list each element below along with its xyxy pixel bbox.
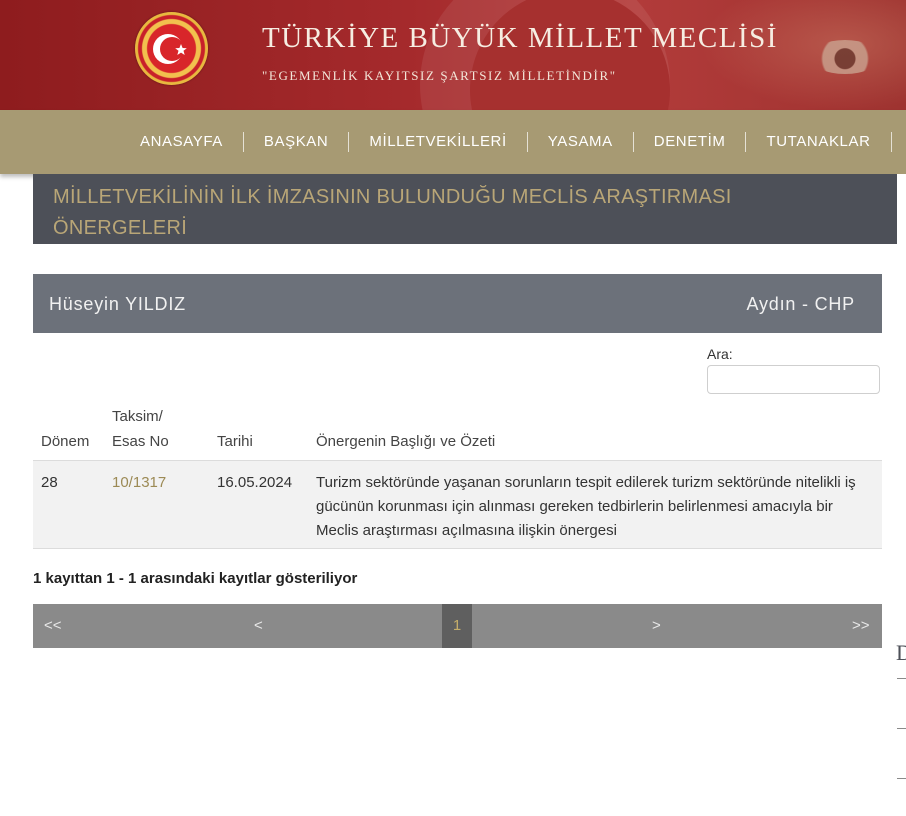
column-header-taksim-line1[interactable]: Taksim/ <box>112 404 163 429</box>
pagination-page-1-button[interactable]: 1 <box>442 604 472 648</box>
side-widget-divider <box>897 778 906 779</box>
search-label: Ara: <box>707 346 733 362</box>
search-input[interactable] <box>707 365 880 394</box>
pagination-prev-button[interactable]: < <box>254 604 263 648</box>
site-title[interactable]: TÜRKİYE BÜYÜK MİLLET MECLİSİ <box>262 22 778 55</box>
pagination-bar: << < 1 > >> <box>33 604 882 648</box>
pagination-first-button[interactable]: << <box>44 604 62 648</box>
nav-item-denetim[interactable]: DENETİM <box>634 132 747 152</box>
nav-item-tutanaklar[interactable]: TUTANAKLAR <box>746 132 892 152</box>
side-widget-heading-fragment: D <box>896 640 906 665</box>
side-widget-divider <box>897 678 906 679</box>
cell-tarih: 16.05.2024 <box>217 474 293 491</box>
tbmm-emblem-logo[interactable] <box>135 12 208 85</box>
crescent-star-icon <box>153 34 187 64</box>
table-row: 28 10/1317 16.05.2024 Turizm sektöründe … <box>33 460 882 549</box>
table-info-text: 1 kayıttan 1 - 1 arasındaki kayıtlar gös… <box>33 570 358 587</box>
side-widget-divider <box>897 728 906 729</box>
column-header-baslik[interactable]: Önergenin Başlığı ve Özeti <box>316 429 495 454</box>
pagination-next-button[interactable]: > <box>652 604 661 648</box>
nav-item-baskan[interactable]: BAŞKAN <box>244 132 350 152</box>
page-title: MİLLETVEKİLİNİN İLK İMZASININ BULUNDUĞU … <box>53 186 732 239</box>
nav-item-yasama[interactable]: YASAMA <box>528 132 634 152</box>
column-header-tarih[interactable]: Tarihi <box>217 429 253 454</box>
pagination-last-button[interactable]: >> <box>852 604 870 648</box>
column-header-donem[interactable]: Dönem <box>41 429 89 454</box>
cell-ozet: Turizm sektöründe yaşanan sorunların tes… <box>316 474 856 539</box>
main-navigation-bar: ANASAYFA BAŞKAN MİLLETVEKİLLERİ YASAMA D… <box>0 110 906 174</box>
site-header: TÜRKİYE BÜYÜK MİLLET MECLİSİ "EGEMENLİK … <box>0 0 906 110</box>
cell-esas-no-link[interactable]: 10/1317 <box>112 471 166 495</box>
deputy-name: Hüseyin YILDIZ <box>49 294 186 314</box>
deputy-header-bar: Hüseyin YILDIZ Aydın - CHP <box>33 274 882 333</box>
column-header-taksim-line2[interactable]: Esas No <box>112 429 169 454</box>
nav-item-milletvekilleri[interactable]: MİLLETVEKİLLERİ <box>349 132 528 152</box>
site-motto: "EGEMENLİK KAYITSIZ ŞARTSIZ MİLLETİNDİR" <box>262 68 617 83</box>
nav-item-anasayfa[interactable]: ANASAYFA <box>120 132 244 152</box>
deputy-province-party: Aydın - CHP <box>746 294 855 314</box>
page-title-band: MİLLETVEKİLİNİN İLK İMZASININ BULUNDUĞU … <box>33 174 897 244</box>
header-eye-decoration <box>810 40 880 74</box>
right-edge-strip <box>897 174 906 244</box>
main-nav: ANASAYFA BAŞKAN MİLLETVEKİLLERİ YASAMA D… <box>120 110 892 174</box>
cell-donem: 28 <box>41 474 58 491</box>
